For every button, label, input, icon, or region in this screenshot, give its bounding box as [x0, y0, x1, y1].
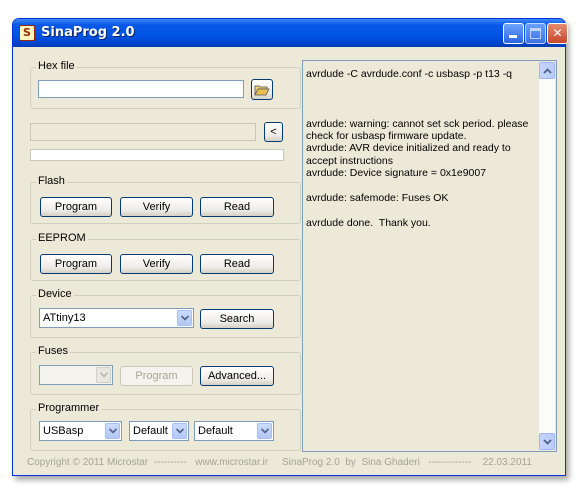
browse-button[interactable]: [251, 79, 273, 100]
chevron-down-icon[interactable]: [105, 423, 120, 439]
programmer-speed-select[interactable]: Default: [194, 421, 274, 441]
programmer-type-value: USBasp: [43, 425, 84, 437]
hex-file-label: Hex file: [36, 60, 77, 72]
progress-bar: [30, 149, 284, 161]
programmer-group: Programmer USBasp Default Default: [30, 402, 301, 451]
hex-file-path-input[interactable]: [38, 80, 244, 98]
device-group: Device ATtiny13 Search: [30, 288, 301, 338]
folder-open-icon: [254, 85, 270, 96]
title-bar[interactable]: S SinaProg 2.0 ✕: [13, 19, 568, 47]
advanced-button[interactable]: Advanced...: [200, 366, 274, 386]
chevron-down-icon: [543, 439, 552, 445]
fuses-label: Fuses: [36, 345, 70, 357]
footer-credits: Copyright © 2011 Microstar ---------- ww…: [27, 457, 532, 468]
maximize-icon: [530, 28, 541, 39]
log-scrollbar[interactable]: [539, 62, 555, 450]
programmer-label: Programmer: [36, 402, 102, 414]
minimize-button[interactable]: [503, 23, 524, 44]
chevron-down-icon: [96, 367, 111, 383]
hex-file-group: Hex file: [30, 60, 301, 109]
main-window: S SinaProg 2.0 ✕ Hex file < Flash Progra…: [12, 18, 568, 476]
chevron-down-icon[interactable]: [172, 423, 187, 439]
eeprom-program-button[interactable]: Program: [40, 254, 112, 274]
search-button[interactable]: Search: [200, 309, 274, 329]
fuses-select: [39, 365, 113, 385]
toggle-log-button[interactable]: <: [264, 122, 283, 142]
app-icon[interactable]: S: [19, 25, 35, 41]
fuses-program-button: Program: [120, 366, 193, 386]
chevron-up-icon: [543, 68, 552, 74]
programmer-port-select[interactable]: Default: [129, 421, 189, 441]
close-button[interactable]: ✕: [547, 23, 568, 44]
chevron-down-icon[interactable]: [177, 310, 192, 326]
chevron-down-icon[interactable]: [257, 423, 272, 439]
flash-verify-button[interactable]: Verify: [120, 197, 193, 217]
close-icon: ✕: [552, 26, 563, 40]
minimize-icon: [509, 35, 517, 38]
maximize-button: [525, 23, 546, 44]
flash-group: Flash Program Verify Read: [30, 175, 301, 224]
status-field: [30, 123, 256, 141]
eeprom-group: EEPROM Program Verify Read: [30, 232, 301, 281]
scroll-down-button[interactable]: [539, 433, 555, 450]
output-log-text[interactable]: avrdude -C avrdude.conf -c usbasp -p t13…: [304, 62, 539, 450]
flash-read-button[interactable]: Read: [200, 197, 274, 217]
eeprom-read-button[interactable]: Read: [200, 254, 274, 274]
eeprom-verify-button[interactable]: Verify: [120, 254, 193, 274]
window-title: SinaProg 2.0: [41, 25, 135, 40]
eeprom-label: EEPROM: [36, 232, 88, 244]
flash-program-button[interactable]: Program: [40, 197, 112, 217]
device-select-value: ATtiny13: [43, 312, 86, 324]
output-log[interactable]: avrdude -C avrdude.conf -c usbasp -p t13…: [302, 60, 557, 452]
scroll-up-button[interactable]: [539, 62, 555, 79]
programmer-speed-value: Default: [198, 425, 233, 437]
flash-label: Flash: [36, 175, 67, 187]
device-label: Device: [36, 288, 74, 300]
programmer-port-value: Default: [133, 425, 168, 437]
device-select[interactable]: ATtiny13: [39, 308, 194, 328]
fuses-group: Fuses Program Advanced...: [30, 345, 301, 395]
programmer-type-select[interactable]: USBasp: [39, 421, 122, 441]
